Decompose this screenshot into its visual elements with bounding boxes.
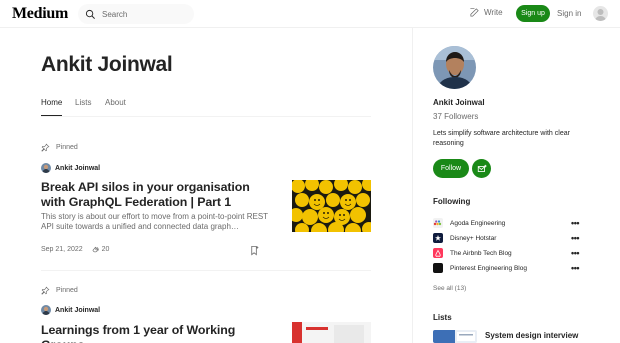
author-avatar bbox=[41, 163, 51, 173]
clap-button[interactable]: 20 bbox=[91, 245, 110, 254]
list-title[interactable]: System design interview bbox=[485, 331, 578, 340]
page-title: Ankit Joinwal bbox=[41, 53, 173, 76]
story-title[interactable]: Break API silos in your organisation wit… bbox=[41, 180, 263, 210]
author-bio: Lets simplify software architecture with… bbox=[433, 130, 570, 147]
story-byline[interactable]: Ankit Joinwal bbox=[41, 305, 100, 315]
following-item[interactable]: Agoda Engineering ••• bbox=[433, 218, 579, 228]
story-thumbnail[interactable] bbox=[292, 322, 371, 343]
write-icon bbox=[470, 8, 479, 17]
airbnb-logo-icon bbox=[433, 248, 443, 258]
profile-tabs: Home Lists About bbox=[41, 98, 371, 117]
pinterest-logo-icon bbox=[433, 263, 443, 273]
user-avatar-icon[interactable] bbox=[593, 6, 608, 21]
clap-icon bbox=[92, 246, 99, 253]
sign-up-button[interactable]: Sign up bbox=[516, 5, 550, 22]
write-button[interactable]: Write bbox=[469, 7, 503, 18]
search-input[interactable] bbox=[102, 9, 182, 19]
subscribe-button[interactable] bbox=[472, 159, 491, 178]
lists-heading: Lists bbox=[433, 313, 452, 322]
list-thumbnail[interactable] bbox=[433, 330, 477, 343]
see-all-following-link[interactable]: See all (13) bbox=[433, 285, 466, 292]
profile-avatar[interactable] bbox=[433, 46, 476, 89]
story-divider bbox=[41, 270, 371, 271]
clap-count: 20 bbox=[101, 246, 110, 253]
story-byline[interactable]: Ankit Joinwal bbox=[41, 163, 100, 173]
hotstar-logo-icon bbox=[433, 233, 443, 243]
following-item[interactable]: The Airbnb Tech Blog ••• bbox=[433, 248, 579, 258]
followers-count[interactable]: 37 Followers bbox=[433, 112, 478, 121]
mail-plus-icon bbox=[477, 164, 487, 172]
following-item[interactable]: Pinterest Engineering Blog ••• bbox=[433, 263, 579, 273]
following-name: Pinterest Engineering Blog bbox=[450, 264, 527, 272]
story-thumbnail[interactable] bbox=[292, 180, 371, 232]
tab-lists[interactable]: Lists bbox=[75, 98, 91, 107]
pinned-label: Pinned bbox=[41, 143, 78, 152]
top-navigation-bar: Medium Write Sign up Sign in bbox=[0, 0, 620, 28]
story-meta: Sep 21, 2022 20 bbox=[41, 245, 109, 254]
author-name: Ankit Joinwal bbox=[55, 306, 101, 314]
medium-logo[interactable]: Medium bbox=[12, 5, 68, 23]
save-story-button[interactable] bbox=[249, 243, 260, 261]
author-avatar bbox=[41, 305, 51, 315]
more-options-icon[interactable]: ••• bbox=[571, 263, 579, 273]
following-name: Disney+ Hotstar bbox=[450, 234, 497, 242]
main-content: Ankit Joinwal Home Lists About Pinned An… bbox=[0, 28, 412, 343]
story-description[interactable]: This story is about our effort to move f… bbox=[41, 212, 271, 232]
search-icon bbox=[85, 9, 95, 19]
story-title[interactable]: Learnings from 1 year of Working Groups bbox=[41, 323, 263, 343]
pin-icon bbox=[41, 286, 50, 295]
agoda-logo-icon bbox=[433, 218, 443, 228]
write-label: Write bbox=[484, 8, 503, 17]
sign-in-link[interactable]: Sign in bbox=[557, 9, 581, 18]
profile-sidebar: Ankit Joinwal 37 Followers Lets simplify… bbox=[412, 28, 620, 343]
search-box[interactable] bbox=[78, 4, 194, 24]
sidebar-author-name[interactable]: Ankit Joinwal bbox=[433, 98, 485, 107]
following-name: The Airbnb Tech Blog bbox=[450, 249, 512, 257]
following-item[interactable]: Disney+ Hotstar ••• bbox=[433, 233, 579, 243]
bookmark-icon bbox=[251, 245, 259, 256]
tab-home[interactable]: Home bbox=[41, 98, 63, 116]
following-heading: Following bbox=[433, 197, 471, 206]
more-options-icon[interactable]: ••• bbox=[571, 248, 579, 258]
story-date: Sep 21, 2022 bbox=[41, 246, 83, 253]
pinned-label: Pinned bbox=[41, 286, 78, 295]
pin-icon bbox=[41, 143, 50, 152]
author-name: Ankit Joinwal bbox=[55, 164, 101, 172]
follow-button[interactable]: Follow bbox=[433, 159, 469, 178]
more-options-icon[interactable]: ••• bbox=[571, 218, 579, 228]
tab-about[interactable]: About bbox=[105, 98, 126, 107]
more-options-icon[interactable]: ••• bbox=[571, 233, 579, 243]
following-name: Agoda Engineering bbox=[450, 219, 506, 227]
